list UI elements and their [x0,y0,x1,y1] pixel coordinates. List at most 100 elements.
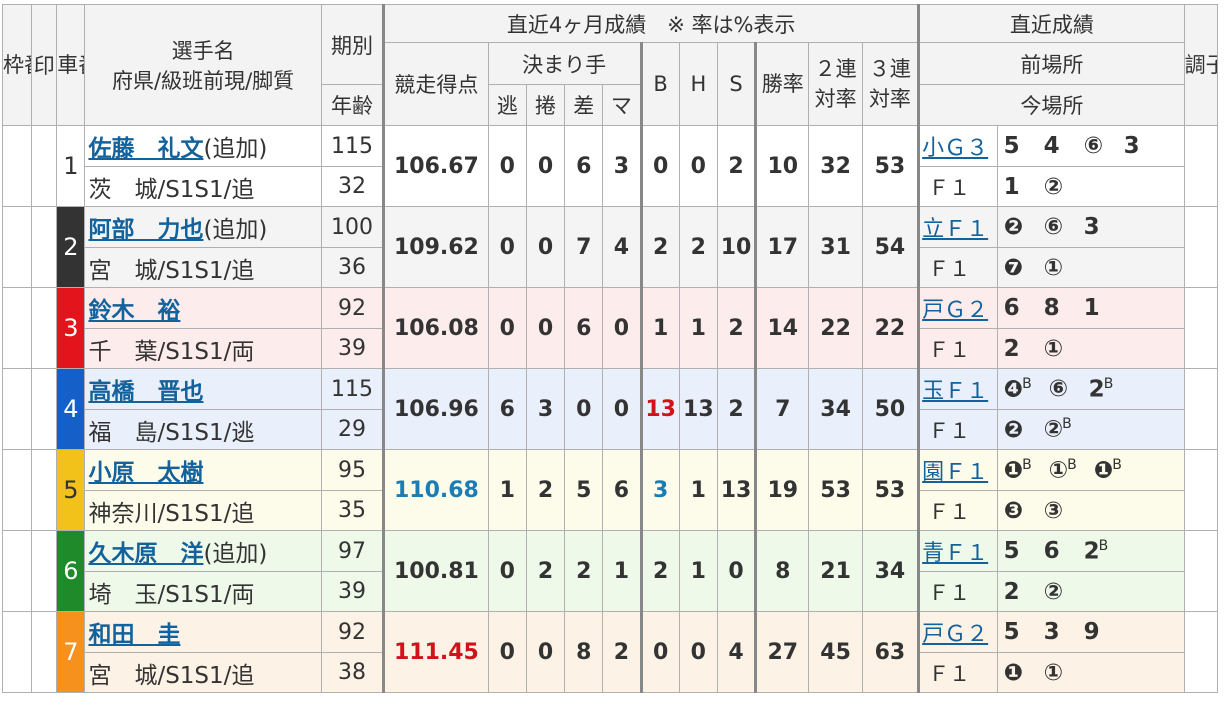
score-cell: 100.81 [382,530,489,612]
car-number: 5 [56,449,86,531]
result-item: 2B [1089,376,1121,403]
ren2-cell: 32 [808,125,863,207]
result-value: ② [1043,173,1065,200]
nige-cell: 0 [487,611,527,693]
waku-cell [1,530,33,612]
player-name-link[interactable]: 和田 圭 [88,622,180,648]
prev-venue-link[interactable]: 立Ｆ１ [922,217,988,242]
car-number: 7 [56,611,86,693]
result-value: 4 [1043,133,1061,159]
player-name-link[interactable]: 高橋 晋也 [88,379,203,405]
nige-cell: 0 [487,530,527,612]
player-name-link[interactable]: 久木原 洋 [88,541,203,567]
result-item: 8 [1044,295,1074,321]
score-cell: 106.96 [382,368,489,450]
result-item: 2B [1084,538,1116,565]
ma-cell: 4 [602,206,642,288]
result-sup: B [1103,375,1115,392]
score-cell: 106.08 [382,287,489,369]
waku-cell [1,125,33,207]
result-value: 3 [1043,619,1061,645]
ren2-cell: 53 [808,449,863,531]
result-value: ❷ [1003,214,1025,240]
player-name-cell: 鈴木 裕 [84,287,322,329]
header-makuri: 捲 [525,84,566,126]
added-tag: (追加) [203,541,268,567]
prev-venue-link[interactable]: 小Ｇ３ [922,136,988,161]
score-cell: 106.67 [382,125,489,207]
player-name-link[interactable]: 佐藤 礼文 [88,136,203,162]
waku-cell [1,206,33,288]
h-cell: 0 [678,125,718,207]
header-ma: マ [602,84,642,126]
ren3-cell: 34 [861,530,920,612]
age-cell: 39 [320,571,385,612]
b-cell: 0 [639,125,680,207]
result-item: 2 [1004,336,1034,362]
prev-venue-link[interactable]: 戸Ｇ２ [922,622,988,647]
header-car: 車番 [56,4,86,126]
result-item: 1 [1084,295,1114,321]
score-cell: 109.62 [382,206,489,288]
mark-cell [31,449,58,531]
s-cell: 13 [716,449,757,531]
result-value: ① [1043,254,1065,281]
result-value: ❶ [1003,457,1025,484]
prev-venue-link[interactable]: 園Ｆ１ [922,460,988,485]
result-item: 2 [1004,579,1034,605]
win-rate-cell: 7 [754,368,810,450]
result-item: 6 [1044,538,1074,564]
prev-venue-link[interactable]: 青Ｆ１ [922,541,988,566]
result-sup: B [1098,537,1110,554]
pref-class-cell: 千 葉/S1S1/両 [84,328,322,369]
result-item: ❷ [1004,214,1034,240]
result-value: 3 [1123,133,1141,159]
prev-venue-link[interactable]: 戸Ｇ２ [922,298,988,323]
prev-venue-cell: 立Ｆ１ [917,206,998,248]
header-h: H [678,42,718,126]
header-ren2: ２連対率 [808,42,863,126]
result-item: ❹B [1004,376,1039,403]
player-name-link[interactable]: 小原 太樹 [88,460,203,486]
result-item: ② [1044,579,1074,605]
age-cell: 38 [320,652,385,693]
result-item: ⑥ [1084,133,1114,159]
b-cell: 13 [639,368,680,450]
result-item: ① [1044,660,1074,686]
prev-results-cell: ❶B ①B ❶B [996,449,1185,491]
result-value: 5 [1003,538,1021,565]
b-cell: 0 [639,611,680,693]
result-item: 5 [1004,133,1034,159]
header-s: S [716,42,757,126]
result-value: ⑥ [1048,376,1070,403]
header-nige: 逃 [487,84,527,126]
h-cell: 2 [678,206,718,288]
car-number: 4 [56,368,86,450]
sashi-cell: 8 [564,611,604,693]
today-venue-cell: Ｆ１ [917,328,998,369]
result-value: ② [1043,578,1065,605]
player-name-link[interactable]: 鈴木 裕 [88,298,180,324]
result-item: ① [1044,336,1074,362]
result-value: 6 [1043,538,1061,565]
result-item: ② [1044,174,1074,200]
result-item: 5 [1004,619,1034,645]
result-item: ①B [1049,457,1084,484]
result-item: 3 [1124,133,1154,159]
ren3-cell: 22 [861,287,920,369]
today-results-cell: ❼① [996,247,1185,288]
pref-class-cell: 埼 玉/S1S1/両 [84,571,322,612]
result-value: 9 [1083,619,1101,645]
pref-class-cell: 宮 城/S1S1/追 [84,247,322,288]
player-name-link[interactable]: 阿部 力也 [88,217,203,243]
age-cell: 32 [320,166,385,207]
player-name-cell: 久木原 洋(追加) [84,530,322,572]
ren3-cell: 54 [861,206,920,288]
prev-venue-link[interactable]: 玉Ｆ１ [922,379,988,404]
rider-row: 2 阿部 力也(追加) 100 109.62 0 0 7 4 2 2 10 17 31 54 立Ｆ１ ❷ ⑥ 3 [1,206,1219,288]
ma-cell: 0 [602,368,642,450]
prev-results-cell: 539 [996,611,1185,653]
b-cell: 2 [639,206,680,288]
result-item: ❶B [1004,457,1039,484]
age-cell: 29 [320,409,385,450]
